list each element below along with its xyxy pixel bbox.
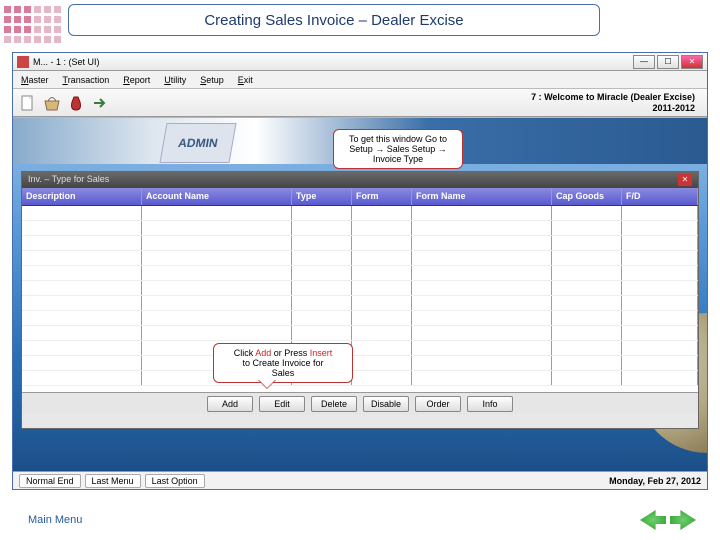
table-row: [22, 221, 698, 236]
grid-header: Description Account Name Type Form Form …: [22, 188, 698, 206]
table-row: [22, 236, 698, 251]
callout-add-hint: Click Add or Press Insert to Create Invo…: [213, 343, 353, 383]
next-arrow-icon[interactable]: [670, 510, 696, 530]
minimize-button[interactable]: —: [633, 55, 655, 69]
money-bag-icon[interactable]: [67, 94, 85, 112]
maximize-button[interactable]: ☐: [657, 55, 679, 69]
add-button[interactable]: Add: [207, 396, 253, 412]
status-bar: Normal End Last Menu Last Option Monday,…: [13, 471, 707, 489]
table-row: [22, 296, 698, 311]
table-row: [22, 371, 698, 386]
callout-setup-path: To get this window Go to Setup → Sales S…: [333, 129, 463, 169]
order-button[interactable]: Order: [415, 396, 461, 412]
grid-footer: Add Edit Delete Disable Order Info: [22, 392, 698, 414]
grid-close-icon[interactable]: ✕: [678, 174, 692, 186]
title-bar: M... - 1 : (Set UI) — ☐ ✕: [13, 53, 707, 71]
table-row: [22, 266, 698, 281]
table-row: [22, 341, 698, 356]
menu-transaction[interactable]: Transaction: [63, 75, 110, 85]
app-icon: [17, 56, 29, 68]
arrow-icon[interactable]: [91, 94, 109, 112]
invoice-type-grid-window: Inv. – Type for Sales ✕ Description Acco…: [21, 171, 699, 429]
col-description: Description: [22, 188, 142, 205]
admin-badge: ADMIN: [159, 123, 236, 163]
table-row: [22, 356, 698, 371]
close-button[interactable]: ✕: [681, 55, 703, 69]
menu-setup[interactable]: Setup: [200, 75, 224, 85]
menu-bar: Master Transaction Report Utility Setup …: [13, 71, 707, 89]
prev-arrow-icon[interactable]: [640, 510, 666, 530]
col-cap-goods: Cap Goods: [552, 188, 622, 205]
menu-master[interactable]: Master: [21, 75, 49, 85]
menu-exit[interactable]: Exit: [238, 75, 253, 85]
window-title: M... - 1 : (Set UI): [33, 57, 100, 67]
table-row: [22, 326, 698, 341]
menu-utility[interactable]: Utility: [164, 75, 186, 85]
slide-title: Creating Sales Invoice – Dealer Excise: [68, 4, 600, 36]
basket-icon[interactable]: [43, 94, 61, 112]
table-row: [22, 206, 698, 221]
col-form-name: Form Name: [412, 188, 552, 205]
col-fd: F/D: [622, 188, 698, 205]
table-row: [22, 311, 698, 326]
table-row: [22, 281, 698, 296]
disable-button[interactable]: Disable: [363, 396, 409, 412]
status-last-menu[interactable]: Last Menu: [85, 474, 141, 488]
app-window: M... - 1 : (Set UI) — ☐ ✕ Master Transac…: [12, 52, 708, 490]
nav-arrows: [640, 510, 696, 530]
menu-report[interactable]: Report: [123, 75, 150, 85]
table-row: [22, 251, 698, 266]
delete-button[interactable]: Delete: [311, 396, 357, 412]
info-button[interactable]: Info: [467, 396, 513, 412]
grid-titlebar: Inv. – Type for Sales ✕: [22, 172, 698, 188]
grid-body[interactable]: [22, 206, 698, 392]
status-last-option[interactable]: Last Option: [145, 474, 205, 488]
decorative-dots: [4, 6, 61, 43]
new-document-icon[interactable]: [19, 94, 37, 112]
welcome-text: 7 : Welcome to Miracle (Dealer Excise) 2…: [531, 92, 701, 114]
col-type: Type: [292, 188, 352, 205]
col-account-name: Account Name: [142, 188, 292, 205]
col-form: Form: [352, 188, 412, 205]
toolbar: 7 : Welcome to Miracle (Dealer Excise) 2…: [13, 89, 707, 117]
status-date: Monday, Feb 27, 2012: [609, 476, 701, 486]
main-menu-link[interactable]: Main Menu: [28, 514, 82, 526]
status-normal-end[interactable]: Normal End: [19, 474, 81, 488]
